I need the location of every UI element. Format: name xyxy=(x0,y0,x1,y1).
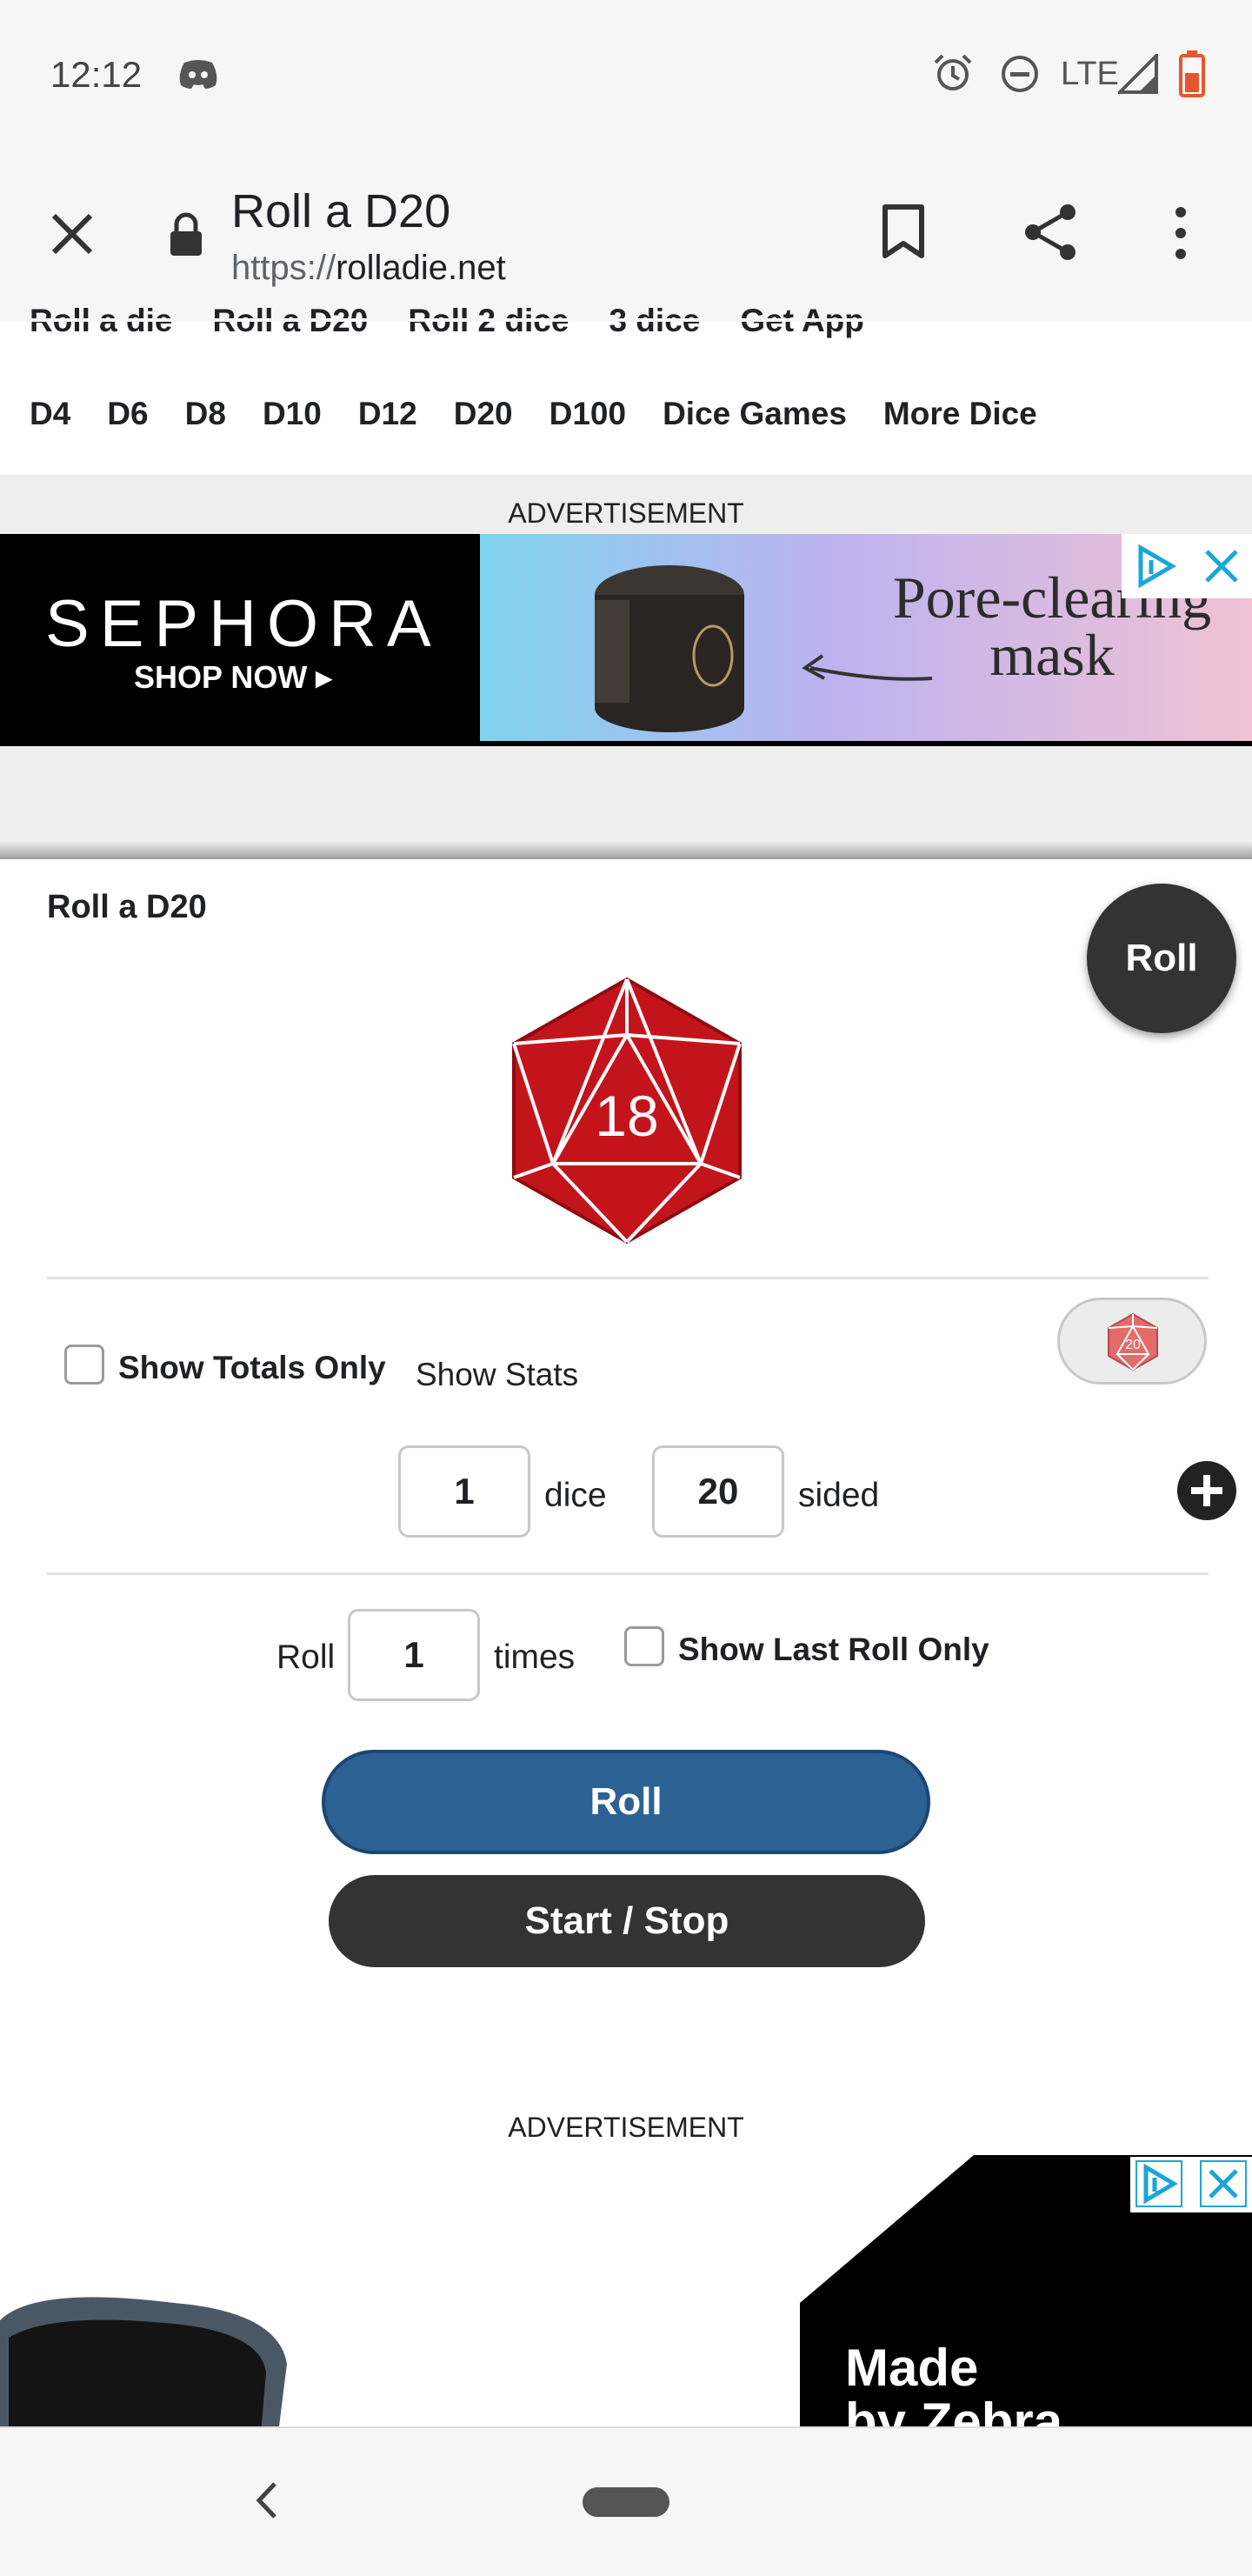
start-stop-button[interactable]: Start / Stop xyxy=(329,1875,925,1967)
do-not-disturb-icon xyxy=(1002,56,1038,92)
more-options-icon[interactable] xyxy=(1170,205,1191,261)
die-type-toggle[interactable]: 20 xyxy=(1057,1298,1207,1385)
site-nav-row-2: D4 D6 D8 D10 D12 D20 D100 Dice Games More Dice xyxy=(30,396,1074,432)
close-tab-icon[interactable] xyxy=(49,210,96,257)
share-icon[interactable] xyxy=(1021,202,1080,263)
show-stats-link[interactable]: Show Stats xyxy=(416,1357,578,1393)
ad-label-top: ADVERTISEMENT xyxy=(508,497,744,529)
roll-label: Roll xyxy=(276,1638,336,1676)
times-input[interactable]: 1 xyxy=(348,1609,480,1701)
status-time: 12:12 xyxy=(50,54,143,95)
sides-input[interactable]: 20 xyxy=(652,1445,784,1538)
bookmark-icon[interactable] xyxy=(880,204,927,261)
signal-icon xyxy=(1118,54,1158,94)
back-icon[interactable] xyxy=(254,2480,280,2520)
show-last-roll-checkbox[interactable] xyxy=(624,1626,664,1666)
url-display[interactable]: https://rolladie.net xyxy=(231,249,506,288)
nav-d10[interactable]: D10 xyxy=(263,396,322,431)
ad-close-icon[interactable] xyxy=(1202,546,1242,586)
roll-fab-button[interactable]: Roll xyxy=(1087,884,1236,1033)
mini-d20-icon: 20 xyxy=(1108,1312,1158,1371)
adchoices-icon[interactable] xyxy=(1135,2160,1182,2207)
discord-icon xyxy=(179,60,217,89)
network-type: LTE xyxy=(1061,56,1119,92)
nav-d20[interactable]: D20 xyxy=(454,396,513,431)
nav-more-dice[interactable]: More Dice xyxy=(883,396,1037,431)
svg-text:20: 20 xyxy=(1125,1338,1141,1352)
show-totals-label: Show Totals Only xyxy=(118,1350,386,1385)
zebra-ad-banner[interactable]: Made by Zebra xyxy=(0,2155,1252,2426)
divider xyxy=(47,1277,1209,1279)
nav-d6[interactable]: D6 xyxy=(107,396,148,431)
die-value: 18 xyxy=(595,1084,658,1148)
roll-button[interactable]: Roll xyxy=(322,1750,930,1854)
alarm-icon xyxy=(934,54,972,90)
nav-d100[interactable]: D100 xyxy=(549,396,626,431)
dice-count-input[interactable]: 1 xyxy=(398,1445,530,1538)
home-pill[interactable] xyxy=(583,2487,669,2517)
show-totals-checkbox[interactable] xyxy=(64,1345,104,1385)
adchoices-icon[interactable] xyxy=(1132,543,1179,590)
show-last-roll-label: Show Last Roll Only xyxy=(678,1632,989,1667)
battery-icon xyxy=(1179,50,1205,97)
sided-label: sided xyxy=(798,1477,880,1514)
lock-icon xyxy=(170,212,202,256)
ad-close-icon[interactable] xyxy=(1200,2160,1247,2207)
page-title: Roll a D20 xyxy=(231,185,451,237)
ad-label-bottom: ADVERTISEMENT xyxy=(508,2112,744,2143)
nav-dice-games[interactable]: Dice Games xyxy=(663,396,847,431)
sephora-ad-banner[interactable]: SEPHORA SHOP NOW ▸ Pore-clearing mask xyxy=(0,534,1252,746)
nav-d8[interactable]: D8 xyxy=(185,396,226,431)
times-label: times xyxy=(494,1638,576,1676)
product-jar-image xyxy=(595,565,744,732)
d20-die-icon[interactable]: 18 xyxy=(504,976,749,1245)
nav-d4[interactable]: D4 xyxy=(30,396,70,431)
ad-brand: SEPHORA xyxy=(45,587,442,661)
divider xyxy=(47,1572,1209,1575)
nav-d12[interactable]: D12 xyxy=(358,396,417,431)
site-nav-row-1: Roll a die Roll a D20 Roll 2 dice 3 dice Get… xyxy=(30,303,904,346)
ad-cta: SHOP NOW ▸ xyxy=(134,659,332,695)
device-image xyxy=(0,2297,287,2426)
dice-label: dice xyxy=(544,1477,607,1514)
ad-bottom-headline: Made by Zebra xyxy=(845,2339,1063,2427)
add-dice-icon[interactable] xyxy=(1175,1459,1238,1522)
widget-title: Roll a D20 xyxy=(47,889,207,925)
